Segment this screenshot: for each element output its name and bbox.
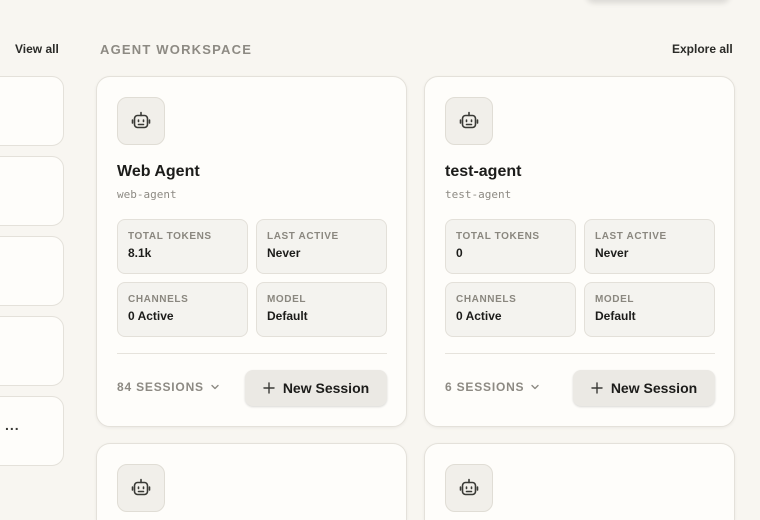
new-session-button[interactable]: New Session bbox=[245, 370, 387, 406]
agent-slug: test-agent bbox=[445, 188, 512, 201]
robot-icon bbox=[445, 464, 493, 512]
plus-icon bbox=[591, 382, 603, 394]
stat-label: CHANNELS bbox=[128, 294, 189, 305]
stat-value: 8.1k bbox=[128, 246, 152, 260]
stat-channels: CHANNELS 0 Active bbox=[445, 282, 576, 337]
stat-value: Default bbox=[595, 309, 636, 323]
left-list-card[interactable] bbox=[0, 236, 64, 306]
stat-value: Never bbox=[595, 246, 629, 260]
left-list-card[interactable]: ... bbox=[0, 396, 64, 466]
stat-value: 0 bbox=[456, 246, 463, 260]
section-title: AGENT WORKSPACE bbox=[100, 42, 253, 57]
agent-card[interactable] bbox=[424, 443, 735, 520]
view-all-link[interactable]: View all bbox=[15, 42, 59, 56]
new-session-label: New Session bbox=[282, 380, 370, 396]
stat-label: TOTAL TOKENS bbox=[456, 231, 540, 242]
stat-last-active: LAST ACTIVE Never bbox=[584, 219, 715, 274]
stat-model: MODEL Default bbox=[256, 282, 387, 337]
agent-card[interactable]: Web Agent web-agent TOTAL TOKENS 8.1k LA… bbox=[96, 76, 407, 427]
truncated-text: ... bbox=[5, 417, 20, 433]
new-session-label: New Session bbox=[610, 380, 698, 396]
explore-all-link[interactable]: Explore all bbox=[672, 42, 733, 56]
robot-icon bbox=[445, 97, 493, 145]
robot-icon bbox=[117, 464, 165, 512]
left-list-card[interactable] bbox=[0, 316, 64, 386]
stat-value: 0 Active bbox=[456, 309, 502, 323]
agent-name: Web Agent bbox=[117, 163, 200, 180]
stat-label: CHANNELS bbox=[456, 294, 517, 305]
left-list-card[interactable] bbox=[0, 156, 64, 226]
new-session-button[interactable]: New Session bbox=[573, 370, 715, 406]
stat-label: MODEL bbox=[267, 294, 307, 305]
card-divider bbox=[117, 353, 387, 354]
agent-name: test-agent bbox=[445, 163, 522, 180]
stat-model: MODEL Default bbox=[584, 282, 715, 337]
stat-total-tokens: TOTAL TOKENS 0 bbox=[445, 219, 576, 274]
plus-icon bbox=[263, 382, 275, 394]
sessions-count: 6 SESSIONS bbox=[445, 380, 525, 394]
stat-value: 0 Active bbox=[128, 309, 174, 323]
left-list-card[interactable] bbox=[0, 76, 64, 146]
stat-channels: CHANNELS 0 Active bbox=[117, 282, 248, 337]
stat-label: MODEL bbox=[595, 294, 635, 305]
chevron-down-icon bbox=[211, 384, 219, 390]
card-divider bbox=[445, 353, 715, 354]
agent-card[interactable] bbox=[96, 443, 407, 520]
stat-label: LAST ACTIVE bbox=[595, 231, 667, 242]
chevron-down-icon bbox=[531, 384, 540, 390]
stat-value: Never bbox=[267, 246, 301, 260]
sessions-count: 84 SESSIONS bbox=[117, 380, 204, 394]
agent-card[interactable]: test-agent test-agent TOTAL TOKENS 0 LAS… bbox=[424, 76, 735, 427]
agent-slug: web-agent bbox=[117, 188, 177, 201]
sessions-toggle[interactable]: 84 SESSIONS bbox=[117, 380, 220, 394]
stat-label: TOTAL TOKENS bbox=[128, 231, 212, 242]
stat-last-active: LAST ACTIVE Never bbox=[256, 219, 387, 274]
robot-icon bbox=[117, 97, 165, 145]
stat-value: Default bbox=[267, 309, 308, 323]
stat-label: LAST ACTIVE bbox=[267, 231, 339, 242]
sessions-toggle[interactable]: 6 SESSIONS bbox=[445, 380, 540, 394]
stat-total-tokens: TOTAL TOKENS 8.1k bbox=[117, 219, 248, 274]
